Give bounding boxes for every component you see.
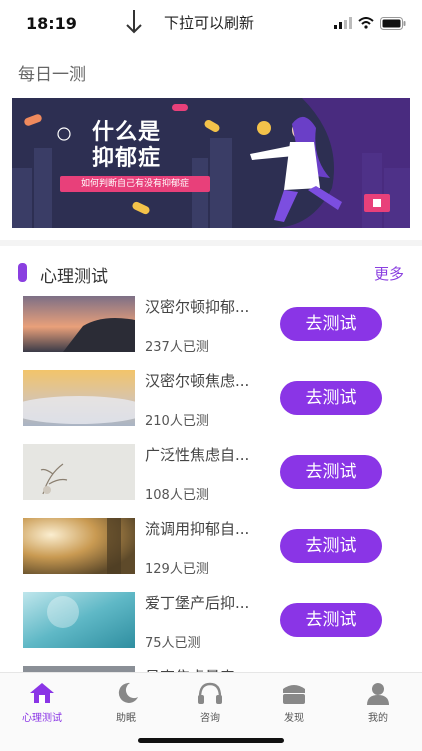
daily-section-title: 每日一测 (18, 65, 86, 85)
test-count: 75人已测 (145, 636, 201, 651)
test-title: 流调用抑郁自... (145, 520, 250, 538)
tab-label: 助眠 (116, 713, 136, 724)
wifi-icon (358, 17, 374, 29)
test-thumbnail (23, 296, 135, 352)
home-icon (30, 683, 54, 703)
section-divider (0, 240, 422, 246)
tab-label: 发现 (284, 713, 304, 724)
tab-label: 心理测试 (22, 713, 62, 724)
battery-icon (380, 16, 406, 30)
test-count: 237人已测 (145, 340, 209, 355)
banner-subtitle: 如何判断自己有没有抑郁症 (60, 176, 210, 192)
tab-label: 咨询 (200, 713, 220, 724)
psych-tests-header: 心理测试 更多 (0, 258, 422, 288)
start-test-button[interactable]: 去测试 (280, 603, 382, 637)
start-test-button[interactable]: 去测试 (280, 307, 382, 341)
tab-psych-tests[interactable]: 心理测试 (0, 681, 84, 727)
test-item[interactable]: 广泛性焦虑自... 108人已测 去测试 (0, 440, 422, 504)
test-item[interactable]: 流调用抑郁自... 129人已测 去测试 (0, 514, 422, 578)
start-test-button[interactable]: 去测试 (280, 529, 382, 563)
tab-consult[interactable]: 咨询 (168, 681, 252, 727)
headphones-icon (198, 682, 222, 704)
section-marker (18, 263, 27, 282)
home-indicator (138, 738, 284, 743)
test-count: 108人已测 (145, 488, 209, 503)
banner-title-line1: 什么是 (92, 120, 162, 145)
banner-title: 什么是 抑郁症 (92, 120, 161, 172)
test-count: 129人已测 (145, 562, 209, 577)
test-thumbnail (23, 444, 135, 500)
test-count: 210人已测 (145, 414, 209, 429)
more-link[interactable]: 更多 (374, 263, 404, 284)
daily-banner[interactable]: 什么是 抑郁症 如何判断自己有没有抑郁症 (12, 98, 410, 228)
banner-title-line2: 抑郁症 (92, 146, 162, 171)
tab-discover[interactable]: 发现 (252, 681, 336, 727)
status-bar: 18:19 下拉可以刷新 (0, 0, 422, 44)
test-item[interactable]: 爱丁堡产后抑... 75人已测 去测试 (0, 588, 422, 652)
test-thumbnail (23, 592, 135, 648)
banner-illustration (12, 98, 410, 228)
moon-icon (118, 682, 138, 703)
tab-label: 我的 (368, 713, 388, 724)
start-test-button[interactable]: 去测试 (280, 381, 382, 415)
test-thumbnail (23, 370, 135, 426)
test-item[interactable]: 汉密尔顿焦虑... 210人已测 去测试 (0, 366, 422, 430)
test-title: 爱丁堡产后抑... (145, 594, 250, 612)
tab-profile[interactable]: 我的 (336, 681, 420, 727)
psych-tests-title: 心理测试 (40, 267, 108, 287)
test-title: 汉密尔顿焦虑... (145, 372, 250, 390)
start-test-button[interactable]: 去测试 (280, 455, 382, 489)
status-time: 18:19 (26, 14, 77, 33)
test-item[interactable]: 汉密尔顿抑郁... 237人已测 去测试 (0, 292, 422, 356)
arrow-down-icon (126, 10, 142, 34)
user-icon (367, 683, 389, 705)
signal-icon (334, 17, 352, 29)
test-title: 广泛性焦虑自... (145, 446, 250, 464)
pull-refresh-hint: 下拉可以刷新 (164, 14, 255, 32)
discover-icon (283, 685, 305, 704)
status-icons (334, 16, 406, 30)
tab-sleep[interactable]: 助眠 (84, 681, 168, 727)
test-title: 汉密尔顿抑郁... (145, 298, 250, 316)
test-thumbnail (23, 518, 135, 574)
